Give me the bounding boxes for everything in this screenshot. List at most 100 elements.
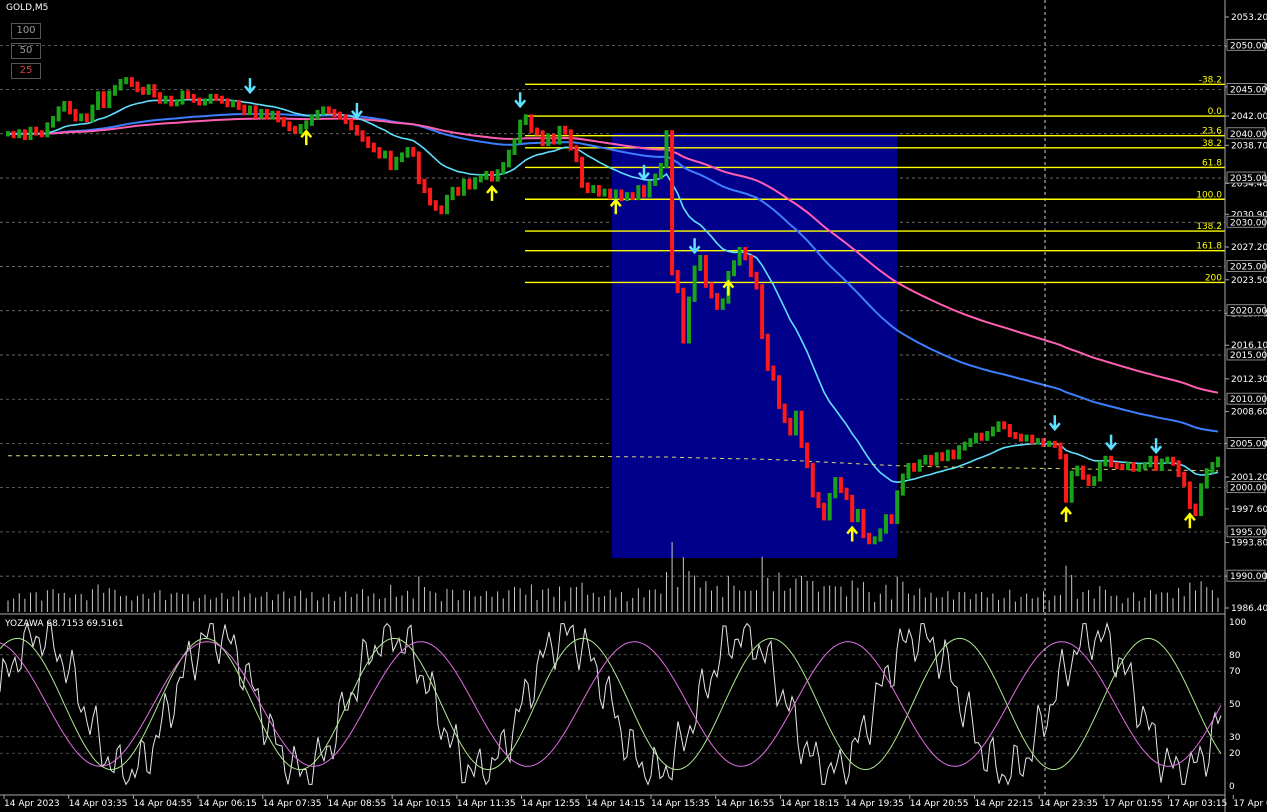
lot-button-25[interactable]: 25	[11, 63, 41, 79]
candle	[1193, 503, 1198, 516]
time-tick-label: 14 Apr 14:15	[586, 799, 645, 809]
lot-button-100[interactable]: 100	[11, 23, 41, 39]
candle	[461, 178, 466, 196]
candle	[1092, 476, 1097, 486]
candle	[1165, 456, 1170, 464]
candle	[596, 185, 601, 197]
time-tick-label: 14 Apr 08:55	[328, 799, 387, 809]
time-tick-label: 14 Apr 03:35	[69, 799, 128, 809]
candle	[777, 375, 782, 409]
candle	[765, 333, 770, 371]
candle	[720, 298, 725, 310]
fib-label: 138.2	[1196, 222, 1222, 232]
candle	[658, 162, 663, 179]
candle	[529, 114, 534, 133]
candle	[906, 462, 911, 479]
time-tick-label: 14 Apr 06:15	[198, 799, 257, 809]
candle	[141, 86, 146, 95]
indicator-value-2: 69.5161	[86, 619, 124, 629]
level-tag-label: 2035.00	[1230, 174, 1267, 184]
candle	[855, 508, 860, 523]
price-chart: -38.20.023.638.261.8100.0138.2161.8200 2…	[0, 0, 1267, 812]
candle	[112, 85, 117, 96]
candle	[219, 95, 224, 104]
candle	[535, 127, 540, 136]
candle	[276, 110, 281, 123]
candle	[743, 247, 748, 261]
candle	[107, 90, 112, 109]
candle	[506, 149, 511, 168]
level-tag-label: 2040.00	[1230, 130, 1267, 140]
lot-button-50[interactable]: 50	[11, 43, 41, 59]
time-tick-label: 14 Apr 19:35	[845, 799, 904, 809]
candle	[1114, 462, 1119, 470]
candle	[686, 296, 691, 344]
time-tick-label: 14 Apr 20:55	[910, 799, 969, 809]
candle	[90, 104, 95, 123]
candle	[1035, 438, 1040, 445]
candle	[22, 129, 27, 140]
candle	[985, 431, 990, 441]
candle	[850, 494, 855, 523]
candle	[304, 120, 309, 130]
candle	[867, 532, 872, 545]
time-tick-label: 14 Apr 23:35	[1039, 799, 1098, 809]
candle	[169, 95, 174, 107]
candle	[692, 265, 697, 302]
candle	[940, 452, 945, 462]
candle	[951, 449, 956, 460]
candle	[34, 126, 39, 136]
candle	[28, 126, 33, 140]
candle	[732, 260, 736, 277]
candle	[259, 109, 264, 119]
candle	[585, 182, 590, 194]
candle	[782, 403, 787, 424]
candle	[1187, 481, 1192, 509]
osc-tick-label: 30	[1229, 733, 1241, 743]
candle	[433, 200, 438, 211]
candle	[73, 109, 78, 122]
candle	[703, 254, 708, 288]
candle	[591, 185, 596, 194]
candle	[540, 130, 545, 147]
time-tick-label: 14 Apr 22:15	[975, 799, 1034, 809]
candle	[1199, 483, 1204, 516]
candle	[371, 142, 376, 153]
candle	[636, 185, 641, 201]
fib-label: 0.0	[1208, 107, 1223, 117]
candle	[315, 109, 320, 120]
candle	[101, 91, 106, 109]
candle	[490, 170, 494, 182]
candle	[62, 101, 67, 112]
candle	[1069, 470, 1074, 503]
candle	[146, 84, 151, 95]
fib-label: 61.8	[1202, 158, 1222, 168]
candle	[309, 114, 314, 126]
fib-label: 38.2	[1202, 139, 1222, 149]
candle	[394, 156, 399, 171]
candle	[670, 130, 675, 276]
candle	[135, 81, 140, 93]
time-tick-label: 14 Apr 18:15	[780, 799, 839, 809]
candle	[79, 113, 84, 122]
candle	[1086, 474, 1091, 486]
candle	[321, 106, 326, 116]
candle	[810, 462, 815, 498]
candle	[293, 125, 298, 134]
candle	[748, 254, 753, 278]
time-tick-label: 17 Apr 03:15	[1169, 799, 1228, 809]
candle	[214, 93, 219, 102]
candle	[1047, 440, 1052, 447]
candle	[1159, 458, 1164, 471]
candle	[518, 119, 523, 144]
candle	[928, 454, 933, 466]
candle	[861, 508, 866, 539]
time-tick-label: 14 Apr 10:15	[392, 799, 451, 809]
candle	[653, 173, 658, 186]
candle	[56, 106, 61, 122]
candle	[551, 133, 556, 145]
candle	[467, 178, 472, 190]
candle	[163, 95, 168, 104]
candle	[1019, 433, 1024, 442]
candle	[208, 93, 213, 104]
